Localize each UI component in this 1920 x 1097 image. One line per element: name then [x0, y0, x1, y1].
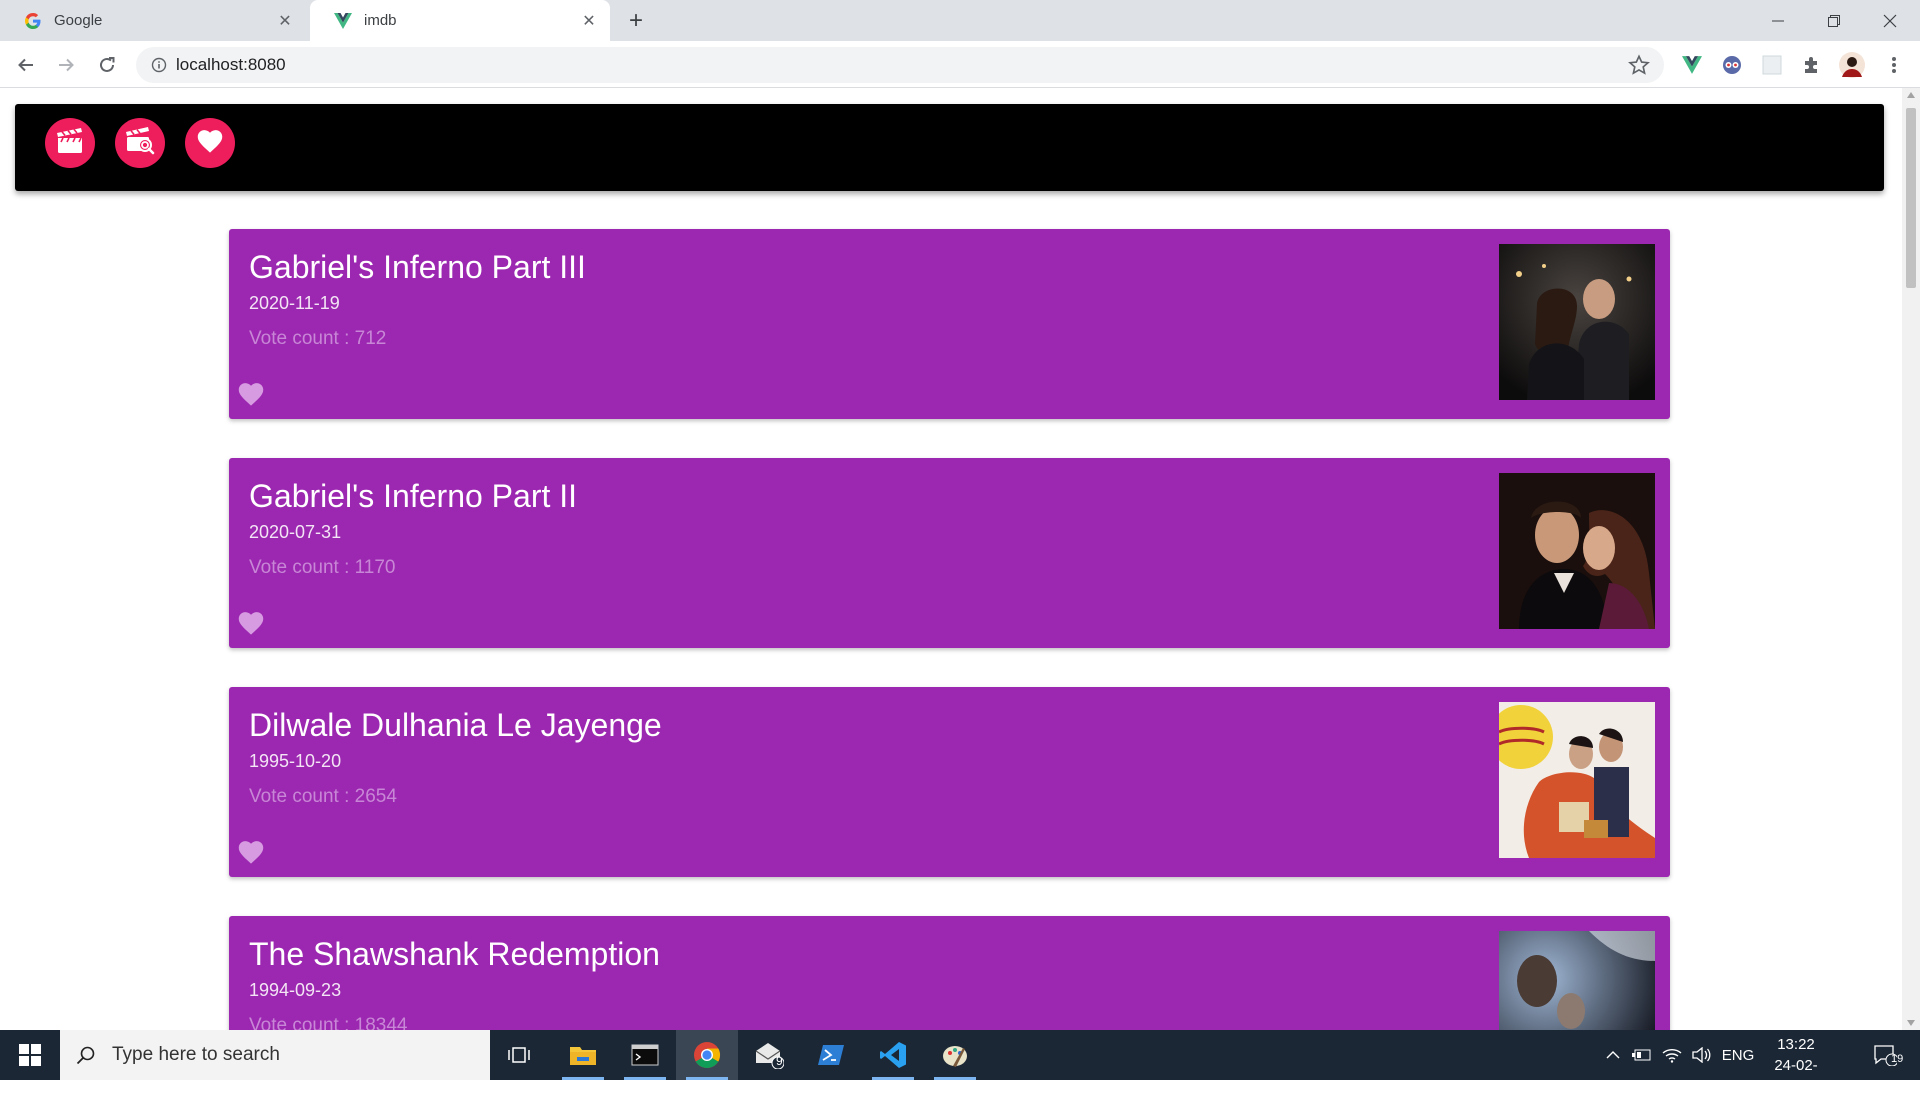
- powershell-icon[interactable]: [800, 1030, 862, 1080]
- chrome-icon[interactable]: [676, 1030, 738, 1080]
- heart-icon: [196, 128, 224, 159]
- app-bar: [15, 104, 1884, 191]
- extensions-puzzle-icon[interactable]: [1798, 51, 1826, 79]
- vue-icon: [334, 12, 352, 30]
- vscode-icon[interactable]: [862, 1030, 924, 1080]
- movie-poster[interactable]: [1499, 473, 1655, 629]
- mail-badge: 9: [776, 1054, 783, 1068]
- notification-badge: 19: [1891, 1053, 1904, 1065]
- movie-title: Dilwale Dulhania Le Jayenge: [249, 707, 662, 743]
- vote-count: Vote count : 2654: [249, 786, 397, 807]
- favorite-heart-icon[interactable]: [237, 610, 267, 638]
- taskbar: Type here to search 9 ENG 13:22 24-02-20…: [0, 1030, 1920, 1095]
- movie-card: Gabriel's Inferno Part III 2020-11-19 Vo…: [229, 229, 1670, 419]
- movie-search-icon: [124, 126, 156, 161]
- task-view-icon[interactable]: [488, 1030, 550, 1080]
- release-date: 1994-09-23: [249, 980, 342, 1000]
- new-tab-button[interactable]: +: [620, 6, 652, 36]
- movie-card: Dilwale Dulhania Le Jayenge 1995-10-20 V…: [229, 687, 1670, 877]
- close-tab-icon[interactable]: ✕: [274, 10, 296, 32]
- paint-icon[interactable]: [924, 1030, 986, 1080]
- movie-title: Gabriel's Inferno Part II: [249, 478, 578, 514]
- language-indicator[interactable]: ENG: [1718, 1030, 1758, 1080]
- file-explorer-icon[interactable]: [552, 1030, 614, 1080]
- extension-glasses-icon[interactable]: [1718, 51, 1746, 79]
- windows-start-icon[interactable]: [0, 1030, 60, 1080]
- notifications-icon[interactable]: 19: [1860, 1030, 1910, 1080]
- favorite-heart-icon[interactable]: [237, 839, 267, 867]
- scrollbar-thumb[interactable]: [1906, 108, 1916, 288]
- volume-icon[interactable]: [1688, 1030, 1716, 1080]
- scroll-down-icon[interactable]: [1907, 1020, 1915, 1026]
- movie-card: Gabriel's Inferno Part II 2020-07-31 Vot…: [229, 458, 1670, 648]
- movie-poster[interactable]: [1499, 244, 1655, 400]
- tab-imdb[interactable]: imdb ✕: [310, 0, 610, 41]
- tab-title: imdb: [364, 12, 397, 29]
- url-text: localhost:8080: [176, 55, 286, 74]
- taskbar-search-box[interactable]: Type here to search: [60, 1030, 490, 1080]
- battery-icon[interactable]: [1628, 1030, 1656, 1080]
- movies-button[interactable]: [45, 118, 95, 168]
- bookmark-star-icon[interactable]: [1628, 54, 1650, 81]
- movie-title: The Shawshank Redemption: [249, 936, 660, 972]
- movie-poster[interactable]: [1499, 931, 1655, 1030]
- vote-count: Vote count : 1170: [249, 557, 396, 578]
- tab-strip: Google ✕ imdb ✕ +: [0, 0, 1920, 41]
- release-date: 2020-11-19: [249, 293, 340, 313]
- vote-count: Vote count : 18344: [249, 1015, 408, 1030]
- restore-icon[interactable]: [1806, 0, 1862, 41]
- movie-poster[interactable]: [1499, 702, 1655, 858]
- tab-title: Google: [54, 12, 103, 29]
- release-date: 2020-07-31: [249, 522, 342, 542]
- search-placeholder: Type here to search: [112, 1044, 280, 1065]
- movie-title: Gabriel's Inferno Part III: [249, 249, 586, 285]
- mail-icon[interactable]: 9: [738, 1030, 800, 1080]
- search-movies-button[interactable]: [115, 118, 165, 168]
- minimize-icon[interactable]: [1750, 0, 1806, 41]
- wifi-icon[interactable]: [1658, 1030, 1686, 1080]
- forward-arrow-icon[interactable]: [50, 49, 82, 81]
- close-tab-icon[interactable]: ✕: [578, 10, 600, 32]
- clock-date: 24-02-2021: [1774, 1057, 1818, 1095]
- vote-count: Vote count : 712: [249, 328, 387, 349]
- clock-time: 13:22: [1777, 1036, 1815, 1053]
- back-arrow-icon[interactable]: [10, 49, 42, 81]
- show-hidden-icons-chevron-icon[interactable]: [1600, 1030, 1626, 1080]
- tab-google[interactable]: Google ✕: [0, 0, 306, 41]
- menu-kebab-icon[interactable]: [1880, 51, 1908, 79]
- scroll-up-icon[interactable]: [1907, 92, 1915, 98]
- extension-blank-icon[interactable]: [1758, 51, 1786, 79]
- vue-devtools-icon[interactable]: [1678, 51, 1706, 79]
- reload-icon[interactable]: [91, 49, 123, 81]
- favorite-heart-icon[interactable]: [237, 381, 267, 409]
- profile-avatar[interactable]: [1838, 51, 1866, 79]
- search-icon: [60, 1045, 112, 1065]
- terminal-icon[interactable]: [614, 1030, 676, 1080]
- release-date: 1995-10-20: [249, 751, 342, 771]
- page-viewport: Gabriel's Inferno Part III 2020-11-19 Vo…: [0, 88, 1902, 1030]
- clapperboard-icon: [55, 127, 85, 160]
- favorites-button[interactable]: [185, 118, 235, 168]
- browser-toolbar: localhost:8080: [0, 41, 1920, 88]
- close-window-icon[interactable]: [1862, 0, 1918, 41]
- movie-card: The Shawshank Redemption 1994-09-23 Vote…: [229, 916, 1670, 1030]
- address-bar[interactable]: localhost:8080: [136, 47, 1664, 83]
- google-icon: [24, 12, 42, 30]
- clock[interactable]: 13:22 24-02-2021: [1760, 1034, 1832, 1097]
- page-scrollbar[interactable]: [1902, 88, 1920, 1030]
- info-icon[interactable]: [142, 57, 176, 73]
